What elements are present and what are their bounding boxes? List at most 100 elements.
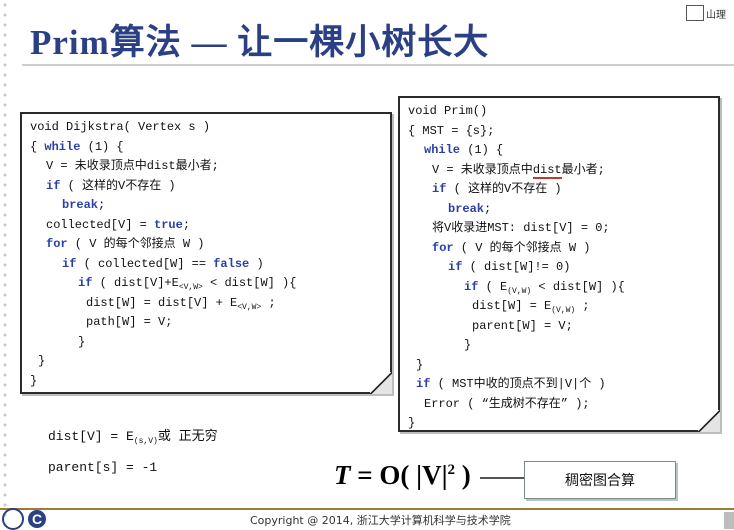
- code-line: break;: [30, 196, 382, 216]
- code-line: dist[W] = dist[V] + E<V,W> ;: [30, 294, 382, 314]
- code-token: if: [62, 256, 77, 271]
- code-token: void Prim(): [408, 104, 488, 118]
- code-token: { MST = {s};: [408, 123, 495, 138]
- code-token: ): [249, 256, 264, 271]
- footer-logo: C: [2, 508, 72, 530]
- code-line: parent[W] = V;: [408, 317, 710, 337]
- window-frame-icon: [686, 5, 704, 21]
- code-token: ( dist[V]+E: [92, 276, 179, 290]
- code-token: if: [432, 182, 447, 196]
- code-token: dist[W] = dist[V] + E: [86, 295, 238, 310]
- note-dist-suffix: 或 正无穷: [157, 429, 218, 444]
- code-token: (V,W): [507, 286, 532, 296]
- code-line: if ( 这样的V不存在 ): [30, 177, 382, 197]
- formula-eq: = O( |V|: [350, 460, 448, 490]
- code-token: V = 未收录顶点中dist最小者;: [46, 159, 219, 173]
- code-token: if: [464, 279, 479, 294]
- code-token: ( dist[W]!= 0): [462, 260, 571, 274]
- code-token: V = 未收录顶点中: [432, 162, 533, 177]
- code-line: }: [30, 333, 382, 353]
- code-line: dist[W] = E(V,W) ;: [408, 297, 710, 317]
- code-token: for: [432, 240, 454, 255]
- code-token: void: [30, 120, 59, 134]
- code-token: for: [46, 237, 68, 251]
- code-token: ;: [98, 198, 106, 212]
- code-token: < dist[W] ){: [202, 276, 297, 290]
- code-line: if ( MST中收的顶点不到|V|个 ): [408, 375, 710, 395]
- code-line: }: [30, 352, 382, 372]
- formula-t: T: [334, 460, 351, 490]
- code-line: for ( V 的每个邻接点 W ): [30, 235, 382, 255]
- code-line: }: [408, 336, 710, 356]
- code-line: path[W] = V;: [30, 313, 382, 333]
- code-token: ( V 的每个邻接点 W ): [453, 240, 591, 255]
- code-token: 将V收录进MST: dist[V] = 0;: [432, 221, 610, 235]
- code-token: dist[W] = E: [472, 299, 552, 313]
- code-token: while: [44, 139, 81, 154]
- note-line-parent: parent[s] = -1: [48, 460, 158, 475]
- code-line: break;: [408, 200, 710, 220]
- dense-graph-note-box: 稠密图合算: [524, 461, 676, 499]
- code-token: }: [30, 373, 38, 388]
- code-line: 将V收录进MST: dist[V] = 0;: [408, 219, 710, 239]
- code-token: ( E: [478, 279, 508, 294]
- university-seal-icon: [2, 508, 24, 530]
- code-token: if: [416, 377, 431, 391]
- code-token: <V,W>: [237, 302, 262, 312]
- code-line: void Prim(): [408, 102, 710, 122]
- code-token: }: [408, 416, 416, 430]
- footer-divider: [0, 508, 734, 510]
- code-token: while: [424, 143, 461, 157]
- code-line: if ( dist[V]+E<V,W> < dist[W] ){: [30, 274, 382, 294]
- corner-tab-decoration: [724, 512, 734, 529]
- complexity-formula: T = O( |V|2 ): [334, 460, 471, 491]
- code-token: if: [78, 276, 93, 290]
- code-line: V = 未收录顶点中dist最小者;: [408, 161, 710, 181]
- code-token: path[W] = V;: [86, 315, 173, 329]
- slide-title: Prim算法 — 让一棵小树长大: [30, 23, 490, 62]
- formula-exp: 2: [447, 462, 456, 478]
- code-token: break: [62, 198, 99, 212]
- note-line-dist: dist[V] = E(s,V)或 正无穷: [48, 424, 218, 455]
- code-token: if: [448, 260, 463, 274]
- code-line: if ( collected[W] == false ): [30, 255, 382, 275]
- top-right-text: 山理: [706, 9, 726, 21]
- code-token: }: [416, 357, 424, 372]
- code-line: if ( dist[W]!= 0): [408, 258, 710, 278]
- code-token: Error ( “生成树不存在” );: [424, 396, 590, 411]
- code-token: (V,W): [551, 306, 576, 315]
- code-line: }: [408, 356, 710, 376]
- code-token: ( 这样的V不存在 ): [446, 182, 562, 196]
- code-line: while (1) {: [408, 141, 710, 161]
- code-token: < dist[W] ){: [531, 279, 625, 294]
- code-line: { while (1) {: [30, 138, 382, 158]
- dense-graph-label: 稠密图合算: [565, 473, 635, 489]
- code-line: for ( V 的每个邻接点 W ): [408, 239, 710, 259]
- top-right-badge: 山理: [686, 2, 730, 24]
- code-line: if ( E(V,W) < dist[W] ){: [408, 278, 710, 298]
- prim-code: void Prim(){ MST = {s}; while (1) {V = 未收…: [408, 102, 710, 434]
- note-dist-prefix: dist[V] = E: [48, 429, 134, 444]
- code-token: 最小者;: [561, 162, 605, 177]
- formula-close: ): [455, 460, 471, 490]
- code-token: ;: [484, 201, 492, 216]
- initialization-notes: dist[V] = E(s,V)或 正无穷 parent[s] = -1: [48, 424, 218, 481]
- code-token: collected[V] =: [46, 217, 155, 232]
- dijkstra-code-panel: void Dijkstra( Vertex s ){ while (1) {V …: [20, 112, 392, 394]
- code-token: }: [464, 338, 472, 352]
- code-line: }: [30, 372, 382, 392]
- code-token: ;: [575, 299, 590, 313]
- formula-connector-line: [480, 477, 524, 479]
- code-token: false: [213, 256, 250, 271]
- code-token: ( MST中收的顶点不到|V|个 ): [430, 377, 606, 391]
- code-line: { MST = {s};: [408, 122, 710, 142]
- code-token: {: [30, 139, 45, 154]
- c-logo-icon: C: [28, 510, 46, 528]
- note-dist-sub: (s,V): [133, 437, 158, 446]
- code-token: }: [78, 334, 86, 349]
- code-token: dist: [532, 162, 562, 179]
- code-line: V = 未收录顶点中dist最小者;: [30, 157, 382, 177]
- code-token: ;: [182, 217, 191, 232]
- code-token: (1) {: [460, 143, 504, 157]
- copyright-text: Copyright @ 2014, 浙江大学计算机科学与技术学院: [250, 514, 511, 527]
